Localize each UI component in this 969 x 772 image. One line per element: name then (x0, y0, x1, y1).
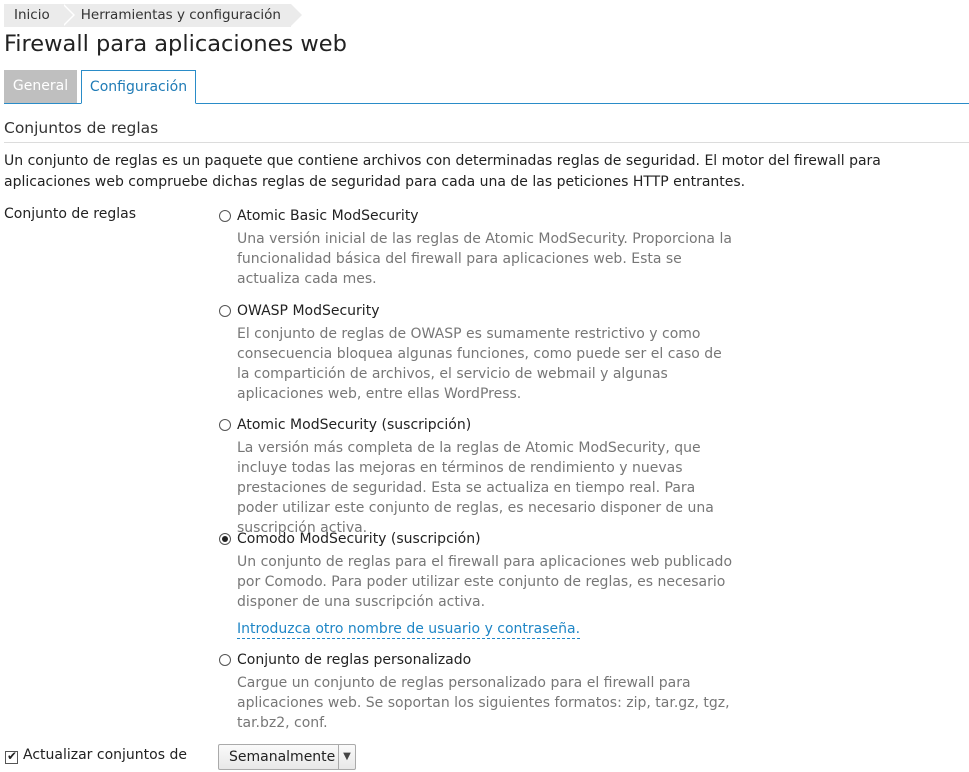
update-rulesets-row: ✔ Actualizar conjuntos de Semanalmente ▼ (4, 744, 969, 772)
radio-owasp[interactable] (219, 305, 231, 317)
tab-bar: General Configuración (4, 70, 196, 104)
update-frequency-value: Semanalmente (229, 749, 336, 765)
radio-atomic-basic[interactable] (219, 210, 231, 222)
option-title[interactable]: Comodo ModSecurity (suscripción) (237, 529, 481, 550)
check-icon: ✔ (7, 749, 18, 763)
tab-settings[interactable]: Configuración (81, 70, 196, 104)
option-title[interactable]: Atomic ModSecurity (suscripción) (237, 415, 471, 436)
update-rulesets-label[interactable]: Actualizar conjuntos de (23, 747, 187, 763)
update-frequency-select[interactable]: Semanalmente ▼ (218, 744, 356, 770)
option-description: La versión más completa de la reglas de … (237, 440, 714, 536)
radio-custom[interactable] (219, 654, 231, 666)
section-title: Conjuntos de reglas (4, 119, 159, 137)
option-description: Un conjunto de reglas para el firewall p… (237, 554, 733, 610)
option-title[interactable]: Conjunto de reglas personalizado (237, 650, 471, 671)
option-description: Cargue un conjunto de reglas personaliza… (237, 675, 730, 731)
section-intro: Un conjunto de reglas es un paquete que … (4, 153, 881, 190)
chevron-down-icon: ▼ (338, 745, 355, 769)
option-description: El conjunto de reglas de OWASP es sumame… (237, 326, 722, 402)
page-title: Firewall para aplicaciones web (4, 31, 347, 57)
section-divider (4, 142, 969, 143)
option-title[interactable]: Atomic Basic ModSecurity (237, 206, 419, 227)
radio-comodo[interactable] (219, 533, 231, 545)
option-description: Una versión inicial de las reglas de Ato… (237, 231, 732, 287)
ruleset-field-label: Conjunto de reglas (4, 206, 137, 222)
update-rulesets-checkbox[interactable]: ✔ (5, 749, 18, 764)
radio-atomic-subscription[interactable] (219, 419, 231, 431)
change-credentials-link[interactable]: Introduzca otro nombre de usuario y cont… (237, 620, 581, 639)
breadcrumb-item-tools-settings[interactable]: Herramientas y configuración (61, 4, 303, 27)
breadcrumb: Inicio Herramientas y configuración (4, 4, 303, 27)
breadcrumb-item-home[interactable]: Inicio (4, 4, 75, 27)
tab-general[interactable]: General (4, 70, 77, 103)
option-title[interactable]: OWASP ModSecurity (237, 301, 379, 322)
